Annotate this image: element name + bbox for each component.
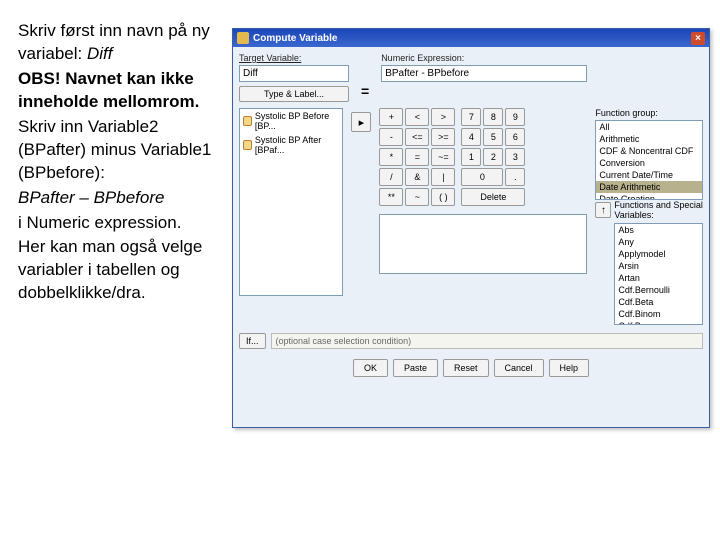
reset-button[interactable]: Reset — [443, 359, 489, 377]
num-7[interactable]: 7 — [461, 108, 481, 126]
equals-sign: = — [361, 83, 369, 102]
target-variable-label: Target Variable: — [239, 53, 349, 63]
keypad: + < > - <= >= * = ~= / & | ** ~ — [379, 108, 587, 206]
op-gt[interactable]: > — [431, 108, 455, 126]
description-box — [379, 214, 587, 274]
numeric-expression-input[interactable] — [381, 65, 587, 82]
num-9[interactable]: 9 — [505, 108, 525, 126]
op-plus[interactable]: + — [379, 108, 403, 126]
op-lt[interactable]: < — [405, 108, 429, 126]
app-icon — [237, 32, 249, 44]
num-4[interactable]: 4 — [461, 128, 481, 146]
scale-icon — [243, 116, 252, 126]
target-variable-input[interactable] — [239, 65, 349, 82]
list-item: Systolic BP After [BPaf... — [240, 133, 342, 157]
list-item: Current Date/Time — [596, 169, 702, 181]
help-button[interactable]: Help — [549, 359, 590, 377]
if-condition-display: (optional case selection condition) — [271, 333, 703, 349]
list-item: All — [596, 121, 702, 133]
op-eq[interactable]: = — [405, 148, 429, 166]
list-item: Cdf.Bernoulli — [615, 284, 702, 296]
dialog-button-row: OK Paste Reset Cancel Help — [239, 359, 703, 377]
list-item: Arsin — [615, 260, 702, 272]
variable-list[interactable]: Systolic BP Before [BP... Systolic BP Af… — [239, 108, 343, 296]
instruction-text: Skriv først inn navn på ny variabel: Dif… — [18, 20, 228, 307]
op-not[interactable]: ~ — [405, 188, 429, 206]
paste-button[interactable]: Paste — [393, 359, 438, 377]
operator-pad: + < > - <= >= * = ~= / & | ** ~ — [379, 108, 455, 206]
op-ge[interactable]: >= — [431, 128, 455, 146]
op-minus[interactable]: - — [379, 128, 403, 146]
scale-icon — [243, 140, 252, 150]
op-le[interactable]: <= — [405, 128, 429, 146]
op-mul[interactable]: * — [379, 148, 403, 166]
list-item: Systolic BP Before [BP... — [240, 109, 342, 133]
if-button[interactable]: If... — [239, 333, 266, 349]
list-item: CDF & Noncentral CDF — [596, 145, 702, 157]
list-item: Applymodel — [615, 248, 702, 260]
op-div[interactable]: / — [379, 168, 403, 186]
list-item: Cdf.Binom — [615, 308, 702, 320]
move-right-button[interactable]: ▸ — [351, 112, 371, 132]
num-1[interactable]: 1 — [461, 148, 481, 166]
cancel-button[interactable]: Cancel — [494, 359, 544, 377]
list-item: Abs — [615, 224, 702, 236]
functions-list[interactable]: Abs Any Applymodel Arsin Artan Cdf.Berno… — [614, 223, 703, 325]
insert-function-button[interactable]: ↑ — [595, 202, 611, 218]
function-group-list[interactable]: All Arithmetic CDF & Noncentral CDF Conv… — [595, 120, 703, 200]
dialog-title: Compute Variable — [253, 33, 337, 44]
function-group-label: Function group: — [595, 108, 703, 118]
numeric-expression-label: Numeric Expression: — [381, 53, 587, 63]
num-8[interactable]: 8 — [483, 108, 503, 126]
list-item: Date Arithmetic — [596, 181, 702, 193]
num-5[interactable]: 5 — [483, 128, 503, 146]
list-item: Artan — [615, 272, 702, 284]
list-item: Cdf.Bvnor — [615, 320, 702, 325]
list-item: Cdf.Beta — [615, 296, 702, 308]
delete-button[interactable]: Delete — [461, 188, 525, 206]
ok-button[interactable]: OK — [353, 359, 388, 377]
functions-label: Functions and Special Variables: — [614, 200, 703, 220]
list-item: Any — [615, 236, 702, 248]
num-0[interactable]: 0 — [461, 168, 503, 186]
num-3[interactable]: 3 — [505, 148, 525, 166]
num-dot[interactable]: . — [505, 168, 525, 186]
op-and[interactable]: & — [405, 168, 429, 186]
list-item: Conversion — [596, 157, 702, 169]
num-6[interactable]: 6 — [505, 128, 525, 146]
op-paren[interactable]: ( ) — [431, 188, 455, 206]
num-2[interactable]: 2 — [483, 148, 503, 166]
number-pad: 7 8 9 4 5 6 1 2 3 0 . — [461, 108, 525, 186]
title-bar[interactable]: Compute Variable × — [233, 29, 709, 47]
compute-variable-dialog: Compute Variable × Target Variable: Type… — [232, 28, 710, 428]
list-item: Arithmetic — [596, 133, 702, 145]
close-icon[interactable]: × — [691, 32, 705, 45]
list-item: Date Creation — [596, 193, 702, 200]
op-pow[interactable]: ** — [379, 188, 403, 206]
type-and-label-button[interactable]: Type & Label... — [239, 86, 349, 102]
op-ne[interactable]: ~= — [431, 148, 455, 166]
op-or[interactable]: | — [431, 168, 455, 186]
